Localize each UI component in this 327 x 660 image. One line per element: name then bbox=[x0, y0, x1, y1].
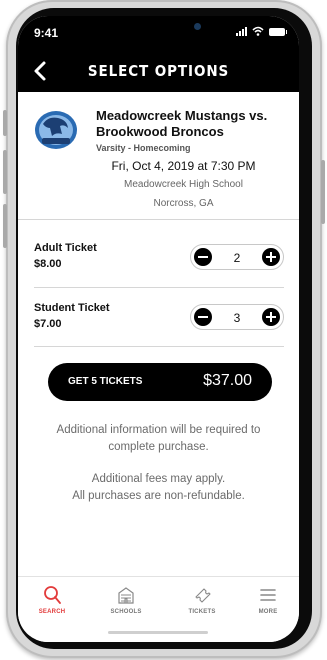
page-title: SELECT OPTIONS bbox=[87, 62, 230, 80]
wifi-icon bbox=[252, 26, 264, 36]
event-date: Fri, Oct 4, 2019 at 7:30 PM bbox=[111, 159, 256, 173]
app-screen: 9:41 SELECT OPTIONS Meadowcreek Mustangs… bbox=[18, 16, 299, 642]
get-tickets-button[interactable]: GET 5 TICKETS $37.00 bbox=[48, 363, 272, 401]
ticket-icon bbox=[195, 588, 211, 603]
divider bbox=[34, 287, 284, 288]
info-required: Additional information will be required … bbox=[56, 424, 261, 453]
tab-more[interactable]: MORE bbox=[240, 585, 296, 625]
divider bbox=[34, 346, 284, 347]
tab-label: TICKETS bbox=[188, 609, 216, 615]
camera-icon bbox=[194, 23, 201, 30]
battery-icon bbox=[269, 28, 287, 36]
tab-tickets[interactable]: TICKETS bbox=[174, 585, 230, 625]
school-icon bbox=[118, 587, 134, 604]
info-refund: All purchases are non-refundable. bbox=[72, 490, 245, 502]
tab-label: SEARCH bbox=[38, 609, 66, 615]
menu-icon bbox=[260, 589, 276, 601]
ticket-price: $8.00 bbox=[34, 258, 62, 270]
app-header: 9:41 SELECT OPTIONS bbox=[18, 16, 299, 92]
mute-switch bbox=[3, 110, 7, 136]
volume-down-button bbox=[3, 204, 7, 248]
event-venue: Meadowcreek High School bbox=[124, 179, 243, 190]
ticket-name: Adult Ticket bbox=[34, 242, 97, 254]
tab-label: MORE bbox=[258, 609, 278, 615]
tab-search[interactable]: SEARCH bbox=[24, 585, 80, 625]
status-time: 9:41 bbox=[34, 26, 59, 40]
ticket-row-student: Student Ticket $7.00 3 bbox=[34, 302, 284, 352]
student-quantity-stepper: 3 bbox=[190, 304, 284, 330]
ticket-row-adult: Adult Ticket $8.00 2 bbox=[34, 242, 284, 292]
signal-icon bbox=[236, 27, 247, 36]
event-title: Meadowcreek Mustangs vs. Brookwood Bronc… bbox=[96, 108, 268, 139]
home-indicator[interactable] bbox=[108, 631, 208, 634]
tab-label: SCHOOLS bbox=[110, 609, 142, 615]
event-summary: Meadowcreek Mustangs vs. Brookwood Bronc… bbox=[18, 92, 299, 220]
increase-student-button[interactable] bbox=[262, 308, 280, 326]
event-level: Varsity - Homecoming bbox=[96, 143, 191, 153]
event-city: Norcross, GA bbox=[153, 198, 214, 209]
status-icons bbox=[236, 26, 287, 36]
power-button bbox=[321, 160, 325, 224]
adult-quantity-stepper: 2 bbox=[190, 244, 284, 270]
ticket-name: Student Ticket bbox=[34, 302, 110, 314]
increase-adult-button[interactable] bbox=[262, 248, 280, 266]
tab-schools[interactable]: SCHOOLS bbox=[98, 585, 154, 625]
team-logo-icon bbox=[35, 111, 77, 149]
phone-notch bbox=[86, 16, 231, 42]
info-fees: Additional fees may apply. bbox=[91, 473, 226, 485]
order-total: $37.00 bbox=[203, 372, 252, 389]
get-tickets-label: GET 5 TICKETS bbox=[68, 376, 143, 387]
ticket-price: $7.00 bbox=[34, 318, 62, 330]
volume-up-button bbox=[3, 150, 7, 194]
search-icon bbox=[44, 586, 61, 604]
